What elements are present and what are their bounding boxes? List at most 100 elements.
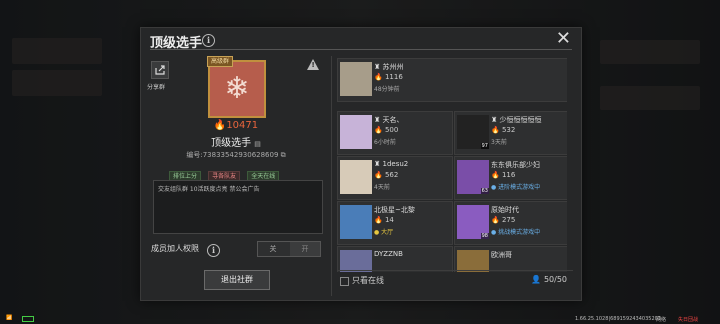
battery-icon: [22, 316, 34, 322]
group-power-value: 10471: [226, 120, 259, 131]
member-name-text: 天名、: [382, 116, 404, 124]
online-only-checkbox[interactable]: [340, 277, 349, 286]
avatar[interactable]: 98: [457, 205, 489, 239]
status-dot-icon: ●: [491, 184, 497, 191]
member-power-value: 1116: [384, 73, 403, 81]
member-power-value: 275: [501, 216, 516, 224]
member-power: 🔥 116: [491, 171, 515, 179]
network-label: 网络: [656, 317, 667, 323]
member-card[interactable]: 北极星~北黎 🔥 14 ● 大厅: [337, 201, 453, 245]
flame-icon: 🔥: [374, 73, 383, 81]
member-name-text: 少恒恒恒恒恒: [499, 116, 542, 124]
avatar[interactable]: [340, 205, 372, 239]
member-card[interactable]: 欧洲哥: [454, 246, 567, 272]
member-card[interactable]: DYZZNB: [337, 246, 453, 272]
rank-icon: ♜: [374, 116, 381, 124]
member-name: 原始时代: [491, 206, 519, 214]
level-badge: 63: [480, 188, 489, 194]
member-status: 4天前: [374, 184, 390, 191]
group-info-pane: 分享群 ! 高级群 ❄ 🔥10471 顶级选手 ▤ 编号:73833542930…: [141, 52, 331, 300]
rank-icon: ♜: [374, 63, 381, 71]
pane-divider: [331, 56, 332, 296]
share-button[interactable]: [151, 61, 169, 79]
share-icon: [155, 65, 165, 75]
member-card[interactable]: ♜ 天名、 🔥 500 6小时前: [337, 111, 453, 155]
member-name-text: 苏州州: [382, 63, 404, 71]
member-card[interactable]: 97 ♜ 少恒恒恒恒恒 🔥 532 3天前: [454, 111, 567, 155]
exit-group-button[interactable]: 退出社群: [204, 270, 270, 290]
member-card[interactable]: ♜ 1desu2 🔥 562 4天前: [337, 156, 453, 200]
group-tag-badge: 高级群: [207, 56, 234, 67]
flame-icon: 🔥: [213, 120, 227, 131]
close-icon[interactable]: ✕: [556, 29, 571, 49]
member-status: ● 挑战模式游戏中: [491, 227, 540, 236]
member-power-value: 562: [384, 171, 399, 179]
member-name-text: 1desu2: [382, 160, 409, 168]
group-id-text: 编号:73833542930628609: [186, 151, 279, 159]
permission-label-text: 成员加人权限: [151, 244, 199, 253]
avatar[interactable]: [340, 250, 372, 272]
member-name: ♜ 苏州州: [374, 62, 404, 72]
member-name: ♜ 少恒恒恒恒恒: [491, 115, 542, 125]
flame-icon: 🔥: [374, 126, 383, 134]
member-status-text: 进阶模式游戏中: [498, 184, 541, 191]
member-card[interactable]: 98 原始时代 🔥 275 ● 挑战模式游戏中: [454, 201, 567, 245]
rank-icon: ♜: [491, 116, 498, 124]
warning-icon[interactable]: !: [307, 59, 319, 70]
group-emblem: 高级群 ❄: [207, 56, 266, 118]
member-power-value: 116: [501, 171, 516, 179]
member-status: ● 大厅: [374, 227, 393, 236]
edit-icon[interactable]: ▤: [254, 140, 261, 148]
member-power: 🔥 275: [491, 216, 515, 224]
member-name: ♜ 天名、: [374, 115, 404, 125]
person-icon: 👤: [531, 275, 542, 284]
member-power: 🔥 500: [374, 126, 398, 134]
copy-icon[interactable]: ⧉: [281, 151, 286, 159]
member-card[interactable]: ♜ 苏州州 🔥 1116 48分钟前: [337, 58, 567, 102]
member-name: 东东俱乐部少妇: [491, 161, 540, 169]
member-power-value: 500: [384, 126, 399, 134]
member-status: 48分钟前: [374, 86, 400, 93]
member-power: 🔥 14: [374, 216, 394, 224]
flame-icon: 🔥: [491, 126, 500, 134]
avatar[interactable]: [340, 160, 372, 194]
flame-icon: 🔥: [374, 216, 383, 224]
status-dot-icon: ●: [374, 229, 380, 236]
info-icon[interactable]: i: [207, 244, 220, 257]
member-power: 🔥 532: [491, 126, 515, 134]
member-status: ● 进阶模式游戏中: [491, 182, 540, 191]
avatar[interactable]: [457, 250, 489, 272]
avatar[interactable]: [340, 62, 372, 96]
permission-toggle[interactable]: 关 开: [257, 241, 321, 257]
online-only-label[interactable]: 只看在线: [352, 275, 384, 286]
member-status: 3天前: [491, 139, 507, 146]
level-badge: 97: [480, 143, 489, 149]
group-name: 顶级选手 ▤: [141, 134, 331, 149]
wifi-icon: 📶: [6, 315, 13, 321]
level-badge: 98: [480, 233, 489, 239]
avatar[interactable]: 63: [457, 160, 489, 194]
member-power: 🔥 1116: [374, 73, 403, 81]
status-dot-icon: ●: [491, 229, 497, 236]
toggle-on-option[interactable]: 开: [290, 242, 320, 256]
group-id: 编号:73833542930628609 ⧉: [141, 150, 331, 160]
header-divider: [150, 49, 572, 50]
info-icon[interactable]: i: [202, 34, 215, 47]
member-name: ♜ 1desu2: [374, 160, 408, 168]
avatar[interactable]: 97: [457, 115, 489, 149]
dialog-header: 顶级选手 i ✕: [141, 28, 581, 52]
footer-divider: [337, 270, 573, 271]
member-name: 欧洲哥: [491, 251, 512, 259]
member-power-value: 532: [501, 126, 516, 134]
member-power: 🔥 562: [374, 171, 398, 179]
member-name: 北极星~北黎: [374, 206, 415, 214]
member-name: DYZZNB: [374, 250, 403, 258]
snowflake-icon: ❄: [224, 71, 250, 106]
rank-icon: ♜: [374, 160, 381, 168]
toggle-off-option[interactable]: 关: [258, 242, 288, 256]
avatar[interactable]: [340, 115, 372, 149]
member-card[interactable]: 63 东东俱乐部少妇 🔥 116 ● 进阶模式游戏中: [454, 156, 567, 200]
member-grid[interactable]: ♜ 苏州州 🔥 1116 48分钟前 ♜ 天名、 🔥 500 6小时前 97 ♜…: [337, 58, 567, 272]
flame-icon: 🔥: [491, 216, 500, 224]
group-description: 交友组队群 10活跃度点亮 禁公会广告: [153, 180, 323, 234]
